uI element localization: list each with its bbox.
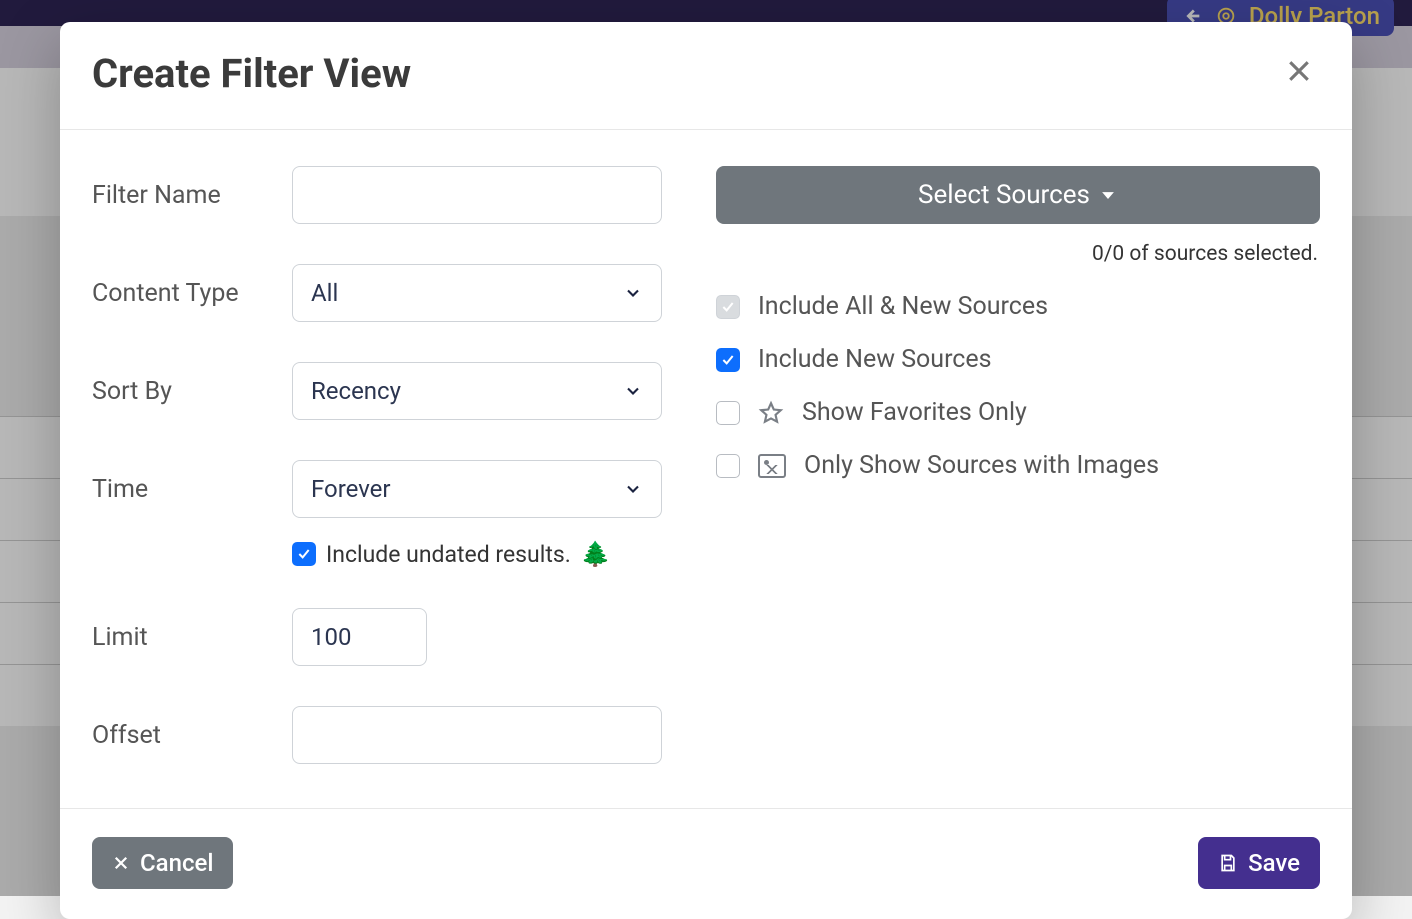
favorites-only-checkbox[interactable] <box>716 401 740 425</box>
label-content-type: Content Type <box>92 279 292 308</box>
offset-input[interactable] <box>292 706 662 764</box>
modal-title: Create Filter View <box>92 50 411 97</box>
image-icon <box>758 454 786 478</box>
cancel-button[interactable]: Cancel <box>92 837 233 889</box>
caret-down-icon <box>1098 185 1118 205</box>
time-value: Forever <box>311 475 391 503</box>
tree-icon: 🌲 <box>581 540 611 568</box>
star-icon <box>758 400 784 426</box>
images-only-checkbox[interactable] <box>716 454 740 478</box>
cancel-label: Cancel <box>140 849 213 877</box>
chevron-down-icon <box>623 283 643 303</box>
include-undated-row: Include undated results. 🌲 <box>292 540 662 568</box>
images-only-label: Only Show Sources with Images <box>804 451 1159 480</box>
include-undated-label: Include undated results. <box>326 541 571 568</box>
limit-input[interactable] <box>292 608 427 666</box>
save-label: Save <box>1248 849 1300 877</box>
content-type-select[interactable]: All <box>292 264 662 322</box>
select-sources-button[interactable]: Select Sources <box>716 166 1320 224</box>
include-all-new-label: Include All & New Sources <box>758 292 1048 321</box>
option-include-new: Include New Sources <box>716 345 1320 374</box>
modal-footer: Cancel Save <box>60 808 1352 919</box>
label-limit: Limit <box>92 623 292 652</box>
include-new-label: Include New Sources <box>758 345 992 374</box>
option-sources-with-images: Only Show Sources with Images <box>716 451 1320 480</box>
chevron-down-icon <box>623 381 643 401</box>
label-offset: Offset <box>92 721 292 750</box>
label-time: Time <box>92 475 292 504</box>
time-select[interactable]: Forever <box>292 460 662 518</box>
sources-selected-count: 0/0 of sources selected. <box>716 242 1318 266</box>
modal-header: Create Filter View <box>60 22 1352 130</box>
option-include-all-new: Include All & New Sources <box>716 292 1320 321</box>
include-all-new-checkbox <box>716 295 740 319</box>
label-filter-name: Filter Name <box>92 181 292 210</box>
label-sort-by: Sort By <box>92 377 292 406</box>
sort-by-select[interactable]: Recency <box>292 362 662 420</box>
x-icon <box>112 854 130 872</box>
option-favorites-only: Show Favorites Only <box>716 398 1320 427</box>
close-icon[interactable] <box>1278 52 1320 96</box>
include-undated-checkbox[interactable] <box>292 542 316 566</box>
filter-name-input[interactable] <box>292 166 662 224</box>
include-new-checkbox[interactable] <box>716 348 740 372</box>
save-button[interactable]: Save <box>1198 837 1320 889</box>
modal-create-filter: Create Filter View Filter Name Content T… <box>60 22 1352 919</box>
content-type-value: All <box>311 279 338 307</box>
favorites-only-label: Show Favorites Only <box>802 398 1027 427</box>
sort-by-value: Recency <box>311 377 401 405</box>
chevron-down-icon <box>623 479 643 499</box>
save-icon <box>1218 853 1238 873</box>
select-sources-label: Select Sources <box>918 180 1090 210</box>
